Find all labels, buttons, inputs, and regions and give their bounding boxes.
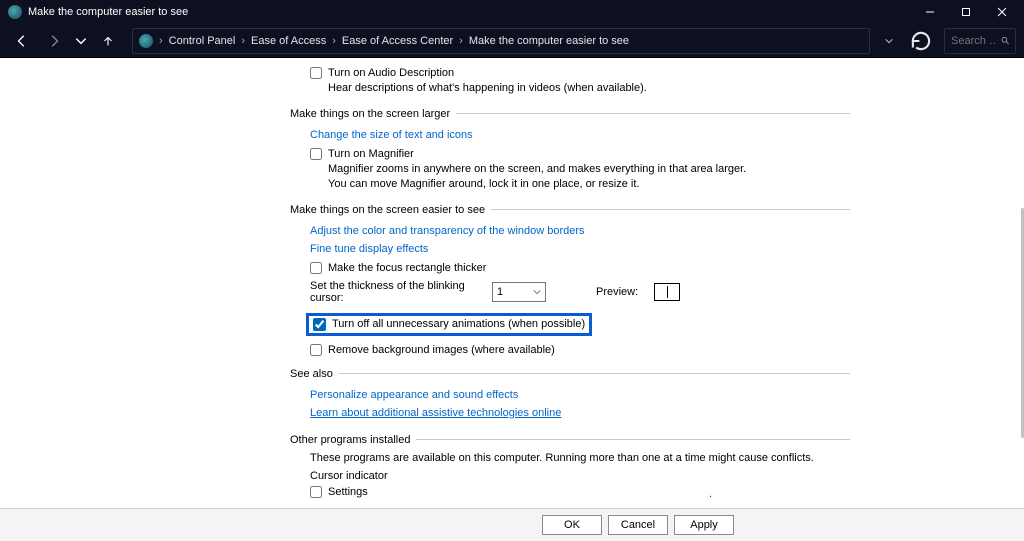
- recent-locations-button[interactable]: [72, 29, 90, 53]
- divider: [456, 113, 850, 114]
- maximize-button[interactable]: [948, 0, 984, 24]
- assistive-tech-link[interactable]: Learn about additional assistive technol…: [310, 407, 561, 419]
- magnifier-label: Turn on Magnifier: [328, 148, 414, 160]
- turn-off-animations-checkbox[interactable]: [313, 318, 326, 331]
- adjust-borders-link[interactable]: Adjust the color and transparency of the…: [310, 225, 585, 237]
- content-area: Turn on Audio Description Hear descripti…: [0, 58, 1024, 508]
- settings-label: Settings: [328, 486, 368, 498]
- personalize-link[interactable]: Personalize appearance and sound effects: [310, 389, 518, 401]
- refresh-button[interactable]: [908, 29, 934, 53]
- up-button[interactable]: [94, 29, 122, 53]
- chevron-down-icon: [533, 288, 541, 296]
- breadcrumb-dropdown[interactable]: [876, 29, 902, 53]
- magnifier-desc: Magnifier zooms in anywhere on the scree…: [328, 162, 748, 192]
- audio-description-desc: Hear descriptions of what's happening in…: [328, 81, 748, 96]
- turn-off-animations-label: Turn off all unnecessary animations (whe…: [332, 318, 585, 330]
- remove-background-label: Remove background images (where availabl…: [328, 344, 555, 356]
- ok-button[interactable]: OK: [542, 515, 602, 535]
- minimize-button[interactable]: [912, 0, 948, 24]
- section-larger-heading: Make things on the screen larger: [290, 108, 450, 120]
- section-other-heading: Other programs installed: [290, 434, 410, 446]
- search-icon: [1001, 35, 1009, 46]
- apply-button[interactable]: Apply: [674, 515, 734, 535]
- section-easier-heading: Make things on the screen easier to see: [290, 204, 485, 216]
- cursor-thickness-label: Set the thickness of the blinking cursor…: [310, 280, 482, 304]
- cursor-preview: [654, 283, 680, 301]
- divider: [491, 209, 850, 210]
- breadcrumb-item[interactable]: Control Panel: [169, 35, 236, 47]
- focus-rectangle-label: Make the focus rectangle thicker: [328, 262, 486, 274]
- breadcrumb[interactable]: › Control Panel › Ease of Access › Ease …: [132, 28, 870, 54]
- cursor-thickness-value: 1: [497, 286, 503, 298]
- breadcrumb-item[interactable]: Ease of Access Center: [342, 35, 453, 47]
- highlighted-option: Turn off all unnecessary animations (whe…: [306, 313, 592, 336]
- control-panel-icon: [8, 5, 22, 19]
- chevron-right-icon: ›: [459, 35, 463, 47]
- audio-description-label: Turn on Audio Description: [328, 67, 454, 79]
- search-box[interactable]: [944, 28, 1016, 54]
- breadcrumb-item[interactable]: Ease of Access: [251, 35, 326, 47]
- breadcrumb-item[interactable]: Make the computer easier to see: [469, 35, 629, 47]
- divider: [339, 373, 850, 374]
- chevron-right-icon: ›: [332, 35, 336, 47]
- preview-label: Preview:: [596, 286, 638, 298]
- cursor-indicator-heading: Cursor indicator: [310, 470, 850, 482]
- dialog-button-bar: OK Cancel Apply: [0, 508, 1024, 541]
- close-button[interactable]: [984, 0, 1020, 24]
- section-seealso-heading: See also: [290, 368, 333, 380]
- window-title: Make the computer easier to see: [28, 6, 188, 18]
- chevron-right-icon: ›: [241, 35, 245, 47]
- other-programs-body: These programs are available on this com…: [310, 452, 850, 464]
- audio-description-checkbox[interactable]: [310, 67, 322, 79]
- titlebar: Make the computer easier to see: [0, 0, 1024, 24]
- focus-rectangle-checkbox[interactable]: [310, 262, 322, 274]
- change-size-link[interactable]: Change the size of text and icons: [310, 129, 473, 141]
- cursor-thickness-select[interactable]: 1: [492, 282, 546, 302]
- cursor-preview-bar: [667, 286, 668, 298]
- marker-icon: .: [709, 488, 712, 500]
- forward-button[interactable]: [40, 29, 68, 53]
- search-input[interactable]: [951, 35, 995, 47]
- cancel-button[interactable]: Cancel: [608, 515, 668, 535]
- vertical-scrollbar[interactable]: [1018, 58, 1024, 508]
- magnifier-checkbox[interactable]: [310, 148, 322, 160]
- settings-checkbox[interactable]: [310, 486, 322, 498]
- chevron-right-icon: ›: [159, 35, 163, 47]
- remove-background-checkbox[interactable]: [310, 344, 322, 356]
- back-button[interactable]: [8, 29, 36, 53]
- breadcrumb-icon: [139, 34, 153, 48]
- divider: [416, 439, 850, 440]
- navbar: › Control Panel › Ease of Access › Ease …: [0, 24, 1024, 58]
- fine-tune-link[interactable]: Fine tune display effects: [310, 243, 428, 255]
